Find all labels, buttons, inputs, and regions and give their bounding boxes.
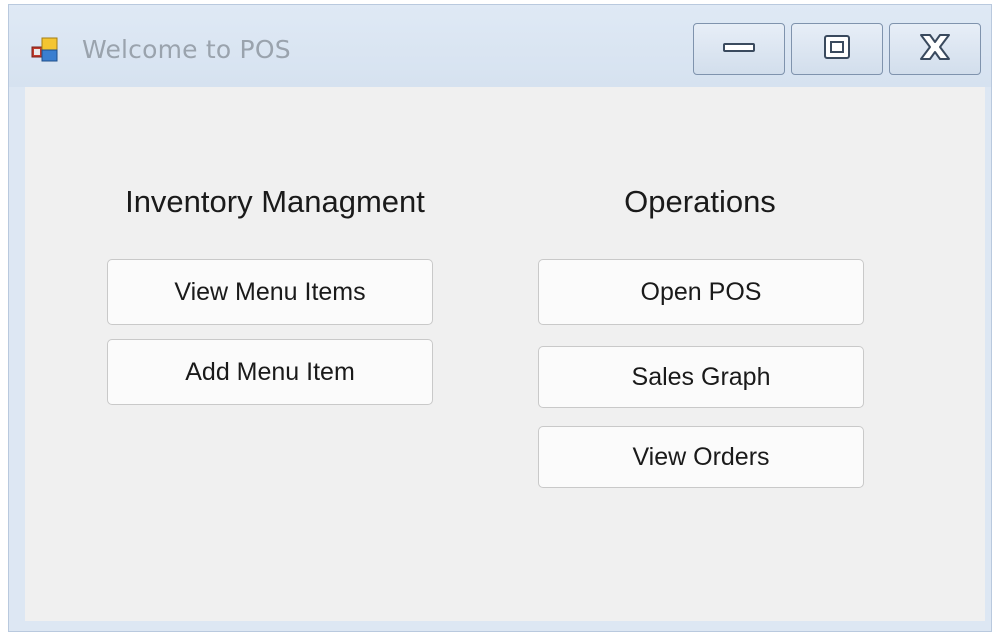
client-area: Inventory Managment Operations View Menu… — [25, 87, 985, 623]
view-menu-items-button[interactable]: View Menu Items — [107, 259, 433, 325]
maximize-button[interactable] — [791, 23, 883, 75]
minimize-icon — [722, 39, 756, 60]
windows-form-icon — [31, 35, 61, 65]
close-button[interactable] — [889, 23, 981, 75]
window-title: Welcome to POS — [82, 35, 291, 64]
open-pos-button[interactable]: Open POS — [538, 259, 864, 325]
title-bar[interactable]: Welcome to POS — [9, 5, 991, 87]
operations-heading: Operations — [624, 184, 776, 219]
view-orders-button[interactable]: View Orders — [538, 426, 864, 488]
close-icon — [917, 32, 953, 67]
main-window: Welcome to POS Inventory Managment Opera… — [8, 4, 992, 632]
maximize-icon — [823, 34, 851, 65]
add-menu-item-button[interactable]: Add Menu Item — [107, 339, 433, 405]
minimize-button[interactable] — [693, 23, 785, 75]
sales-graph-button[interactable]: Sales Graph — [538, 346, 864, 408]
window-bottom-border — [9, 621, 991, 631]
inventory-management-heading: Inventory Managment — [125, 184, 425, 219]
